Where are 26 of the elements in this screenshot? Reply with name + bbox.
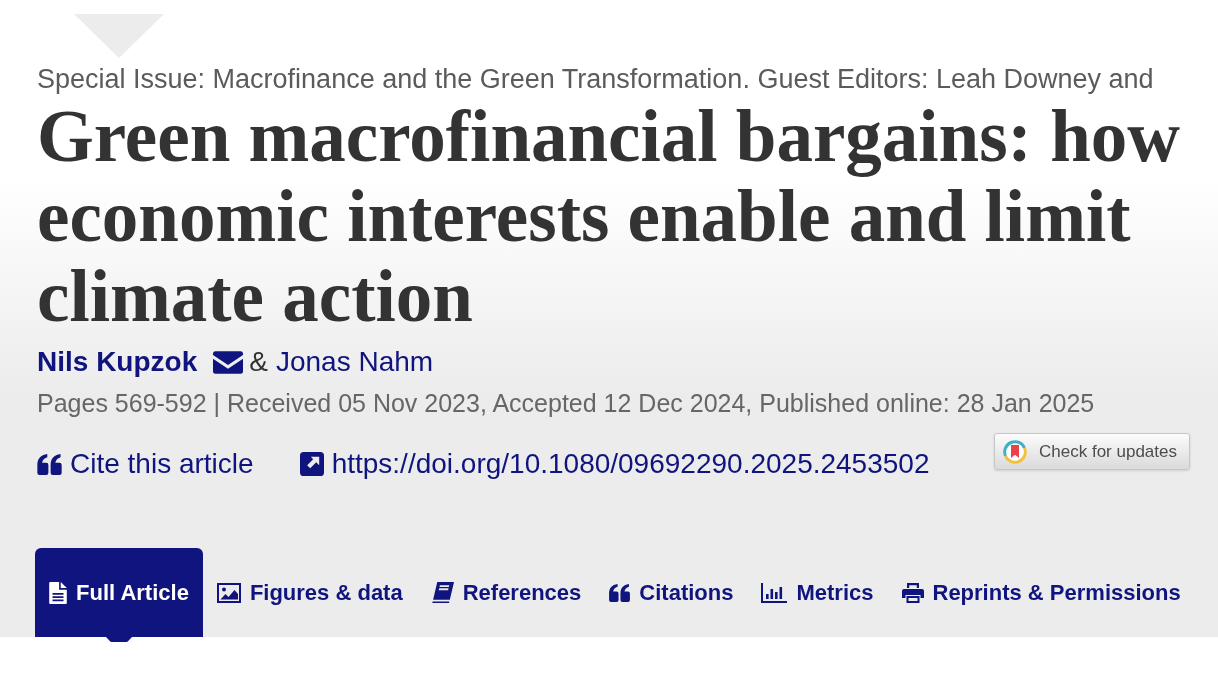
ring-bookmark-icon [1002,438,1028,465]
bar-chart-icon [761,582,788,603]
quote-icon [37,453,62,475]
cite-link[interactable]: Cite this article [37,447,254,481]
author-separator: & [249,345,268,379]
article-title: Green macrofinancial bargains: how economic interests enable and limit climate action [37,97,1181,337]
tab[interactable]: Citations [595,548,748,637]
printer-icon [901,582,924,603]
tab[interactable]: Metrics [747,548,888,637]
external-link-icon [299,452,324,476]
tab[interactable]: Reprints & Permissions [887,548,1195,637]
tab[interactable]: References [416,548,596,637]
tab[interactable]: Full Article [35,548,203,637]
author-link[interactable]: Jonas Nahm [275,345,434,379]
author-link[interactable]: Nils Kupzok [37,345,198,379]
quote-icon [609,583,631,602]
check-updates-button[interactable]: Check for updates [994,433,1190,470]
document-icon [49,581,67,604]
book-icon [430,582,454,603]
publication-info: Pages 569-592 | Received 05 Nov 2023, Accepted 12 Dec 2024, Published online: 28 Jan 2025 [37,388,1096,418]
special-issue-line: Special Issue: Macrofinance and the Green Transformation. Guest Editors: Leah Downey and [37,64,1155,94]
tab[interactable]: Figures & data [202,548,417,637]
envelope-icon[interactable] [213,350,244,374]
image-icon [216,582,241,603]
doi-link[interactable]: https://doi.org/10.1080/09692290.2025.2453502 [299,447,930,481]
tab-pointer-icon [105,637,132,642]
